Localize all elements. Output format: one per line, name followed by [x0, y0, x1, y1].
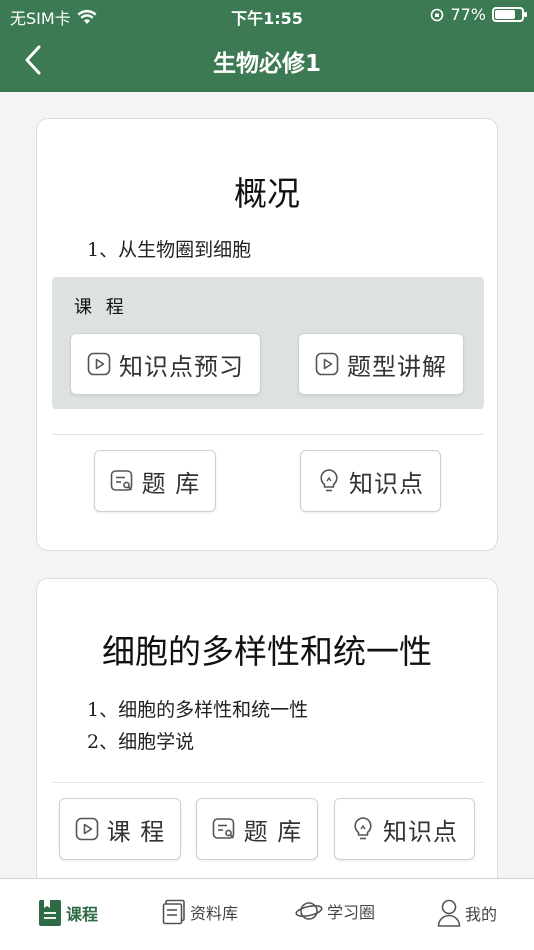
- tab-library[interactable]: 资料库: [162, 899, 238, 925]
- divider: [52, 434, 484, 435]
- tab-label: 我的: [465, 905, 498, 924]
- battery-level: [495, 10, 516, 19]
- lesson-item[interactable]: 1、从生物圈到细胞: [87, 234, 251, 266]
- course-button[interactable]: 课 程: [59, 798, 181, 860]
- battery-info: 77%: [430, 5, 527, 24]
- person-icon: [437, 899, 461, 927]
- button-label: 题型讲解: [347, 352, 447, 381]
- chapter-card-cell-diversity: 细胞的多样性和统一性 1、细胞的多样性和统一性 2、细胞学说 课 程 题 库 知…: [36, 578, 498, 878]
- lesson-item[interactable]: 2、细胞学说: [87, 726, 308, 758]
- tab-label: 资料库: [190, 904, 239, 923]
- tab-bar: 课程 资料库 学习圈 我的: [0, 878, 534, 950]
- orientation-lock-icon: [431, 8, 444, 21]
- divider: [52, 782, 484, 783]
- course-list[interactable]: 概况 1、从生物圈到细胞 课 程 知识点预习 题型讲解 题 库 知识点 细胞的多…: [0, 92, 534, 878]
- tab-study-circle[interactable]: 学习圈: [295, 899, 375, 923]
- play-icon: [87, 352, 111, 376]
- lesson-item[interactable]: 1、细胞的多样性和统一性: [87, 694, 308, 726]
- lightbulb-icon: [354, 817, 372, 840]
- lesson-list: 1、从生物圈到细胞: [87, 234, 251, 266]
- course-section: 课 程 知识点预习 题型讲解: [52, 277, 484, 409]
- knowledge-point-button[interactable]: 知识点: [334, 798, 475, 860]
- question-bank-button[interactable]: 题 库: [196, 798, 318, 860]
- tab-label: 课程: [66, 905, 99, 924]
- planet-icon: [295, 902, 323, 920]
- archive-icon: [162, 899, 185, 925]
- play-icon: [75, 817, 98, 841]
- button-label: 题 库: [141, 469, 201, 498]
- tab-label: 学习圈: [327, 903, 376, 922]
- battery-percentage: 77%: [450, 5, 486, 24]
- button-label: 知识点预习: [119, 352, 244, 381]
- question-bank-icon: [110, 470, 132, 491]
- tab-profile[interactable]: 我的: [437, 899, 497, 927]
- chapter-title: 概况: [234, 174, 300, 213]
- app-header: 无SIM卡 下午1:55 77% 生物必修1: [0, 0, 534, 92]
- lesson-list: 1、细胞的多样性和统一性 2、细胞学说: [87, 694, 308, 758]
- page-title: 生物必修1: [212, 51, 321, 77]
- chapter-card-overview: 概况 1、从生物圈到细胞 课 程 知识点预习 题型讲解 题 库 知识点: [36, 118, 498, 551]
- button-label: 课 程: [106, 817, 166, 846]
- question-bank-icon: [212, 818, 234, 839]
- battery-icon: [492, 7, 527, 22]
- tab-courses[interactable]: 课程: [38, 899, 98, 927]
- book-icon: [39, 900, 61, 926]
- knowledge-point-button[interactable]: 知识点: [300, 450, 441, 512]
- question-explain-button[interactable]: 题型讲解: [298, 333, 464, 395]
- lightbulb-icon: [320, 469, 338, 492]
- button-label: 题 库: [243, 817, 303, 846]
- status-bar: 无SIM卡 下午1:55 77%: [0, 0, 534, 32]
- button-label: 知识点: [349, 469, 424, 498]
- knowledge-preview-button[interactable]: 知识点预习: [70, 333, 261, 395]
- question-bank-button[interactable]: 题 库: [94, 450, 216, 512]
- course-section-label: 课 程: [74, 297, 128, 318]
- play-icon: [315, 352, 339, 376]
- chapter-title: 细胞的多样性和统一性: [102, 632, 432, 671]
- button-label: 知识点: [383, 817, 458, 846]
